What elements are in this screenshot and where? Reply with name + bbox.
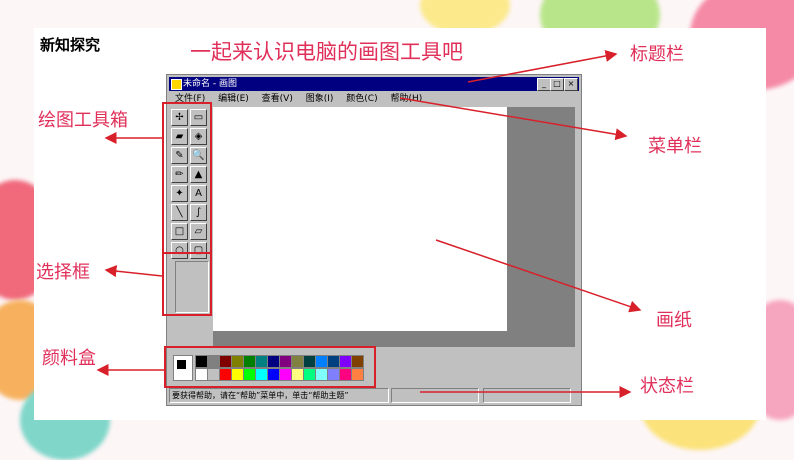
arrow-paper [435, 239, 642, 313]
arrow-titlebar [467, 50, 618, 83]
arrow-menubar [399, 97, 628, 141]
arrow-selection [104, 265, 163, 278]
annotation-arrows [96, 50, 642, 398]
